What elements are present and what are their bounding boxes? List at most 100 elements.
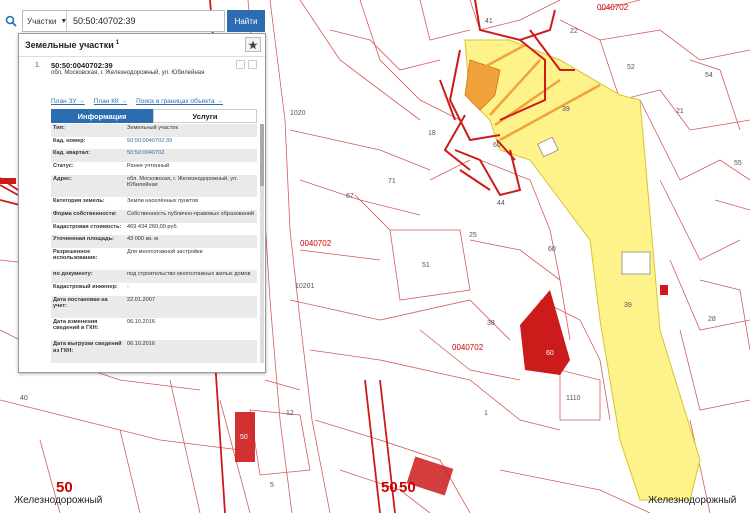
result-count: 1 [115, 40, 120, 46]
red-block-3 [0, 178, 16, 184]
info-row-value: Земли населённых пунктов [127, 198, 199, 205]
parcel-number: 60 [548, 246, 556, 253]
scrollbar-thumb[interactable] [260, 124, 264, 186]
info-row-value[interactable]: 50:50:0040702:39 [125, 137, 257, 150]
info-row-key: Категория земель: [53, 198, 105, 205]
parcel-number: 60 [546, 350, 554, 357]
parcel-number: 51 [422, 262, 430, 269]
result-links: План ЗУ → План КК → Поиск в границах объ… [51, 98, 223, 105]
quarter-label: 0040702 [452, 343, 484, 352]
info-row-key: Кад. квартал: [53, 150, 91, 157]
info-row-value: под строительство многоэтажных жилых дом… [127, 271, 251, 278]
city-label: Железнодорожный [14, 495, 103, 506]
parcel-number: 12 [286, 410, 294, 417]
info-row-key: Дата изменения сведений в ГКН: [53, 319, 99, 332]
parcel-number: 25 [469, 232, 477, 239]
info-row-key: Кад. номер: [53, 137, 86, 144]
info-row-value: 06.10.2016 [127, 341, 155, 348]
parcel-number: 38 [487, 320, 495, 327]
info-table: Тип: Земельный участок Кад. номер: 50:50:00… [51, 124, 257, 363]
info-row: по документу: под строительство многоэтаж… [51, 270, 257, 284]
info-tabs: Информация Услуги [51, 109, 257, 123]
parcel-number: 54 [705, 72, 713, 79]
link-plan-kk[interactable]: План КК → [94, 98, 127, 105]
tab-services[interactable]: Услуги [153, 109, 257, 123]
link-search-in-bounds[interactable]: Поиск в границах объекта → [136, 98, 223, 105]
parcel-number: 10201 [295, 283, 315, 290]
result-item[interactable]: 1. 50:50:0040702:39 обл. Московская, г. … [19, 57, 265, 76]
info-row-value: обл. Московская, г. Железнодорожный, ул.… [127, 175, 238, 189]
info-row-key: Кадастровый инженер: [53, 284, 118, 291]
quarter-label: 0040702 [597, 3, 629, 12]
panel-header: Земельные участки 1 [19, 34, 265, 57]
info-row: Тип: Земельный участок [51, 124, 257, 137]
search-combo: Участки ▼ [22, 10, 225, 32]
info-row: Кад. номер: 50:50:0040702:39 [51, 136, 257, 150]
parcel-number: 18 [428, 130, 436, 137]
link-plan-zu[interactable]: План ЗУ → [51, 98, 85, 105]
info-row-key: Тип: [53, 125, 65, 131]
warning-icon[interactable] [236, 60, 245, 69]
info-row-key: Статус: [53, 163, 74, 170]
search-bar: Участки ▼ Найти [0, 9, 265, 33]
info-row-value: Собственность публично-правовых образова… [127, 210, 255, 217]
info-row-value: Для многоэтажной застройки [127, 248, 203, 255]
find-button[interactable]: Найти [227, 10, 265, 32]
result-address: обл. Московская, г. Железнодорожный, ул.… [51, 70, 205, 76]
parcel-number: 5 [270, 482, 274, 489]
info-row-key: Разрешенное использование: [53, 248, 98, 262]
parcel-number: 40 [20, 395, 28, 402]
info-row-key: Адрес: [53, 175, 73, 182]
favorite-star-button[interactable] [245, 37, 261, 52]
collapse-icon[interactable] [248, 60, 257, 69]
info-row: Дата постановки на учет: 22.01.2007 [51, 295, 257, 319]
info-row: Дата выгрузки сведений из ГКН: 06.10.2016 [51, 340, 257, 363]
info-row-value: 22.01.2007 [127, 296, 155, 303]
info-row: Уточненная площадь: 43 000 кв. м [51, 235, 257, 248]
result-number: 1. [35, 62, 41, 69]
parcel-number: 22 [570, 28, 578, 35]
parcel-number: 60 [493, 142, 501, 149]
panel-scrollbar[interactable] [260, 124, 264, 363]
result-icons [236, 60, 257, 69]
result-cadastral-id[interactable]: 50:50:0040702:39 [51, 61, 113, 70]
info-panel: Земельные участки 1 1. 50:50:0040702:39 о… [18, 33, 266, 373]
parcel-number: 39 [624, 302, 632, 309]
parcel-number: 1110 [566, 395, 581, 402]
parcel-number: 55 [734, 160, 742, 167]
panel-title-text: Земельные участки [25, 40, 114, 50]
info-row-value: 06.10.2016 [127, 319, 155, 326]
info-row: Разрешенное использование: Для многоэтажн… [51, 247, 257, 271]
info-row: Адрес: обл. Московская, г. Железнодорожны… [51, 174, 257, 198]
info-row: Дата изменения сведений в ГКН: 06.10.2016 [51, 318, 257, 341]
info-row-value: Ранее учтенный [127, 163, 170, 170]
search-type-label: Участки [27, 16, 57, 26]
info-row: Статус: Ранее учтенный [51, 162, 257, 175]
zone-number-label: 50 [399, 479, 416, 496]
parcel-number: 44 [497, 200, 505, 207]
tab-information[interactable]: Информация [51, 109, 153, 123]
zone-number-label: 50 [56, 479, 73, 496]
city-label: Железнодорожный [648, 495, 737, 506]
star-icon [248, 40, 258, 49]
red-parcel-small [660, 285, 668, 295]
parcel-number: 21 [676, 108, 684, 115]
zone-number-label: 50 [381, 479, 398, 496]
quarter-label: 0040702 [300, 239, 332, 248]
info-row-key: Дата выгрузки сведений из ГКН: [53, 341, 122, 354]
info-row-value[interactable]: 50:50:0040702 [125, 149, 257, 162]
info-row-value: Земельный участок [127, 125, 178, 131]
parcel-number: 1020 [290, 110, 306, 117]
search-input[interactable] [67, 12, 224, 30]
search-type-select[interactable]: Участки ▼ [23, 11, 67, 31]
search-icon[interactable] [0, 9, 22, 33]
white-building [621, 251, 651, 275]
parcel-number: 52 [627, 64, 635, 71]
info-row: Кад. квартал: 50:50:0040702 [51, 149, 257, 163]
info-row-key: по документу: [53, 271, 93, 278]
info-row: Категория земель: Земли населённых пункто… [51, 197, 257, 210]
info-row-key: Кадастровая стоимость: [53, 223, 122, 230]
panel-title: Земельные участки 1 [25, 40, 119, 50]
parcel-number: 41 [485, 18, 493, 25]
parcel-number: 67 [346, 193, 354, 200]
